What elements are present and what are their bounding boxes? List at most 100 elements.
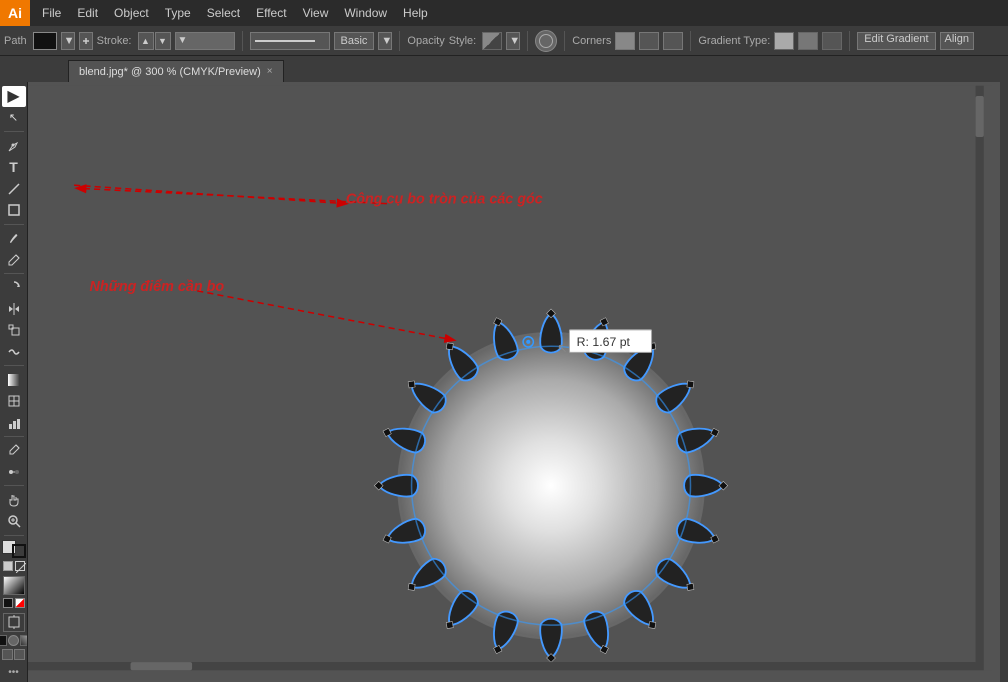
scale-tool-button[interactable] [2, 320, 26, 341]
bottom-tools-2 [2, 649, 25, 660]
canvas-svg: ↖ R: 1.67 pt Công cụ bo tròn của các góc… [28, 82, 992, 674]
stroke-label: Stroke: [97, 35, 132, 47]
eyedropper-tool-button[interactable] [2, 440, 26, 461]
tool-extra-1[interactable] [2, 649, 13, 660]
sep1 [242, 31, 243, 51]
sep2 [399, 31, 400, 51]
hand-tool-button[interactable] [2, 489, 26, 510]
tab-title: blend.jpg* @ 300 % (CMYK/Preview) [79, 66, 261, 78]
sep5 [690, 31, 691, 51]
color-swatches [3, 598, 25, 608]
corners-label: Corners [572, 35, 611, 47]
menu-view[interactable]: View [295, 0, 337, 26]
solid-color-icon[interactable] [3, 561, 13, 571]
black-rect[interactable] [0, 635, 7, 646]
basic-button[interactable]: Basic [334, 32, 375, 50]
stroke-down[interactable]: ▼ [155, 32, 171, 50]
fill-dropdown[interactable]: ▼ [61, 32, 75, 50]
gradient-type-label: Gradient Type: [698, 35, 770, 47]
tool-sep-4 [4, 365, 24, 366]
left-toolbar: ▶ ↖ T [0, 82, 28, 682]
pencil-tool-button[interactable] [2, 249, 26, 270]
select-tool-button[interactable]: ▶ [2, 86, 26, 107]
menu-window[interactable]: Window [336, 0, 395, 26]
corner-btn-3[interactable] [663, 32, 683, 50]
blend-tool-button[interactable] [2, 462, 26, 483]
warp-tool-button[interactable] [2, 342, 26, 363]
stroke-preview [250, 32, 330, 50]
app-logo: Ai [0, 0, 30, 26]
rectangle-tool-button[interactable] [2, 200, 26, 221]
tool-sep-5 [4, 436, 24, 437]
circle-tool[interactable] [8, 635, 19, 646]
menu-bar: Ai File Edit Object Type Select Effect V… [0, 0, 1008, 26]
menu-edit[interactable]: Edit [69, 0, 106, 26]
path-label: Path [4, 35, 27, 47]
gradient-swatch-2[interactable] [798, 32, 818, 50]
canvas-area[interactable]: ↖ R: 1.67 pt Công cụ bo tròn của các góc… [28, 82, 1000, 682]
mode-icons [3, 561, 25, 571]
basic-dropdown[interactable]: ▼ [378, 32, 392, 50]
menu-help[interactable]: Help [395, 0, 436, 26]
menu-select[interactable]: Select [199, 0, 248, 26]
web-icon [535, 30, 557, 52]
menu-object[interactable]: Object [106, 0, 157, 26]
tool-extra-2[interactable] [14, 649, 25, 660]
annotation-text-1: Công cụ bo tròn của các góc [346, 192, 543, 208]
style-dropdown[interactable]: ▼ [506, 32, 520, 50]
canvas-content: ↖ R: 1.67 pt Công cụ bo tròn của các góc… [28, 82, 992, 674]
menu-type[interactable]: Type [157, 0, 199, 26]
align-button[interactable]: Align [940, 32, 974, 50]
zoom-tool-button[interactable] [2, 511, 26, 532]
right-panel [1000, 82, 1008, 682]
fill-options[interactable] [79, 32, 93, 50]
artboard-icon[interactable] [3, 613, 25, 632]
bar-chart-tool-button[interactable] [2, 413, 26, 434]
color-icon[interactable] [15, 598, 25, 608]
stroke-controls: ▲ ▼ [138, 32, 171, 50]
black-swatch[interactable] [3, 598, 13, 608]
gradient-small[interactable] [20, 635, 28, 646]
stroke-up[interactable]: ▲ [138, 32, 154, 50]
sep4 [564, 31, 565, 51]
corner-btn-1[interactable] [615, 32, 635, 50]
none-icon[interactable] [15, 561, 25, 571]
opacity-label: Opacity [407, 35, 444, 47]
direct-select-tool-button[interactable]: ↖ [2, 108, 26, 129]
menu-file[interactable]: File [34, 0, 69, 26]
gradient-swatch-3[interactable] [822, 32, 842, 50]
mirror-tool-button[interactable] [2, 298, 26, 319]
stroke-type-dropdown[interactable]: ▼ [175, 32, 235, 50]
document-tab[interactable]: blend.jpg* @ 300 % (CMYK/Preview) × [68, 60, 284, 82]
edit-gradient-button[interactable]: Edit Gradient [857, 32, 935, 50]
fill-color-swatch[interactable] [33, 32, 57, 50]
gradient-fill-preview[interactable] [3, 576, 25, 595]
stroke-indicator [12, 544, 26, 558]
fill-stroke-widget[interactable] [2, 540, 26, 557]
type-tool-button[interactable]: T [2, 157, 26, 178]
tab-close-button[interactable]: × [267, 66, 273, 77]
tool-sep-1 [4, 131, 24, 132]
gradient-tool-button[interactable] [2, 369, 26, 390]
gradient-swatch-1[interactable] [774, 32, 794, 50]
pen-tool-button[interactable] [2, 135, 26, 156]
paintbrush-tool-button[interactable] [2, 228, 26, 249]
menu-effect[interactable]: Effect [248, 0, 294, 26]
annotation-text-2: Những điểm cần bo [90, 279, 225, 295]
more-tools[interactable]: ••• [8, 667, 19, 678]
sep6 [849, 31, 850, 51]
tool-sep-2 [4, 224, 24, 225]
style-swatch[interactable] [482, 32, 502, 50]
style-label: Style: [449, 35, 477, 47]
tool-sep-7 [4, 535, 24, 536]
corner-btn-2[interactable] [639, 32, 659, 50]
options-toolbar: Path ▼ Stroke: ▲ ▼ ▼ Basic ▼ Opacity Sty… [0, 26, 1008, 56]
tool-sep-3 [4, 273, 24, 274]
rotate-tool-button[interactable] [2, 277, 26, 298]
stroke-line [255, 40, 315, 42]
tooltip-text: R: 1.67 pt [577, 335, 631, 349]
mesh-tool-button[interactable] [2, 391, 26, 412]
tool-sep-6 [4, 485, 24, 486]
main-layout: ▶ ↖ T [0, 82, 1008, 682]
line-tool-button[interactable] [2, 178, 26, 199]
